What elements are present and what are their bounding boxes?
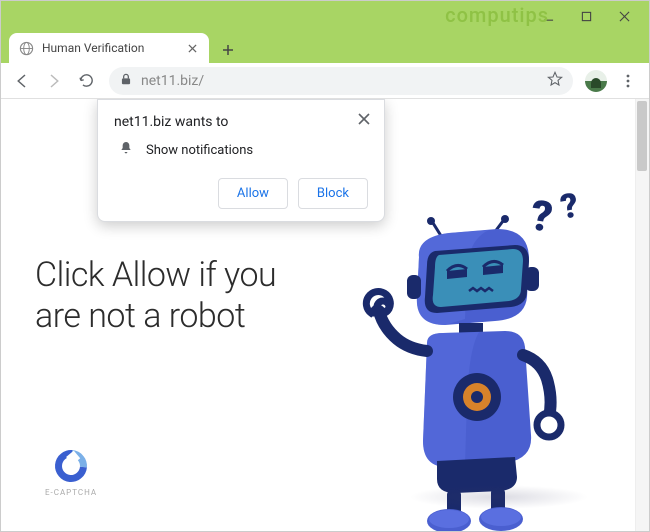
allow-button[interactable]: Allow xyxy=(218,178,288,209)
globe-icon xyxy=(19,41,34,56)
reload-button[interactable] xyxy=(71,66,101,96)
captcha-badge-label: E-CAPTCHA xyxy=(45,488,97,497)
browser-menu-button[interactable] xyxy=(613,66,643,96)
window-title-bar: computips xyxy=(1,1,649,31)
address-bar[interactable]: net11.biz/ xyxy=(109,67,573,95)
popup-permission-label: Show notifications xyxy=(146,143,253,158)
forward-button[interactable] xyxy=(39,66,69,96)
profile-avatar[interactable] xyxy=(585,70,607,92)
block-button[interactable]: Block xyxy=(298,178,368,209)
tab-strip: Human Verification xyxy=(1,31,649,63)
new-tab-button[interactable] xyxy=(215,37,241,63)
back-button[interactable] xyxy=(7,66,37,96)
page-headline: Click Allow if you are not a robot xyxy=(35,255,315,338)
popup-permission-row: Show notifications xyxy=(114,140,368,160)
notification-permission-popup: net11.biz wants to Show notifications Al… xyxy=(97,99,385,222)
watermark-text: computips xyxy=(445,3,549,27)
page-content: net11.biz wants to Show notifications Al… xyxy=(1,99,649,531)
captcha-badge: E-CAPTCHA xyxy=(45,450,97,497)
scrollbar-track[interactable] xyxy=(635,99,649,531)
bell-icon xyxy=(118,140,134,160)
window-close-button[interactable] xyxy=(605,4,643,28)
svg-text:?: ? xyxy=(558,185,582,227)
svg-text:?: ? xyxy=(527,191,555,243)
scrollbar-thumb[interactable] xyxy=(637,101,647,171)
url-text: net11.biz/ xyxy=(141,73,539,89)
popup-title: net11.biz wants to xyxy=(114,114,368,130)
lock-icon xyxy=(119,71,133,90)
captcha-logo-icon xyxy=(49,443,94,488)
tab-title: Human Verification xyxy=(42,41,177,55)
window-maximize-button[interactable] xyxy=(567,4,605,28)
robot-illustration: ? ? xyxy=(319,179,619,531)
robot-shadow xyxy=(409,485,589,509)
tab-close-button[interactable] xyxy=(185,41,199,55)
browser-toolbar: net11.biz/ xyxy=(1,63,649,99)
browser-tab[interactable]: Human Verification xyxy=(9,33,209,63)
bookmark-star-icon[interactable] xyxy=(547,71,563,91)
popup-close-button[interactable] xyxy=(358,110,374,126)
